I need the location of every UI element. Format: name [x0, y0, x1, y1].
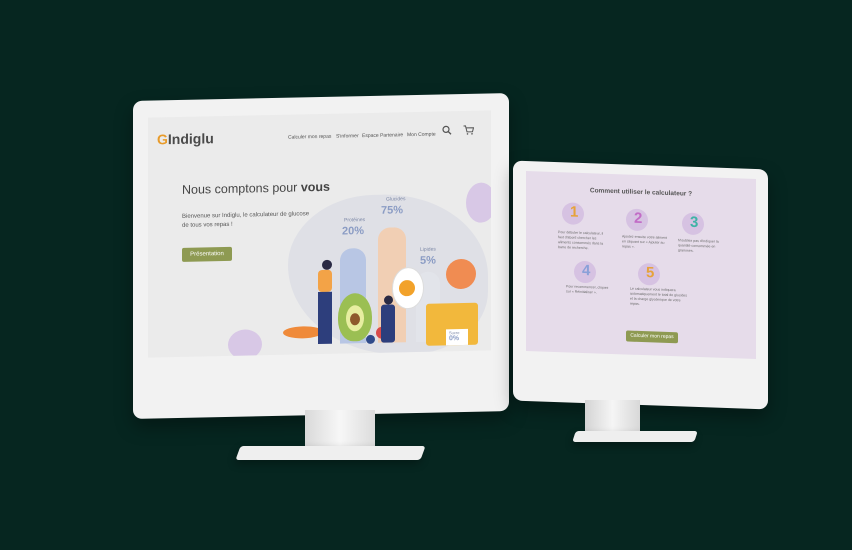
- nav-informer[interactable]: S'informer: [336, 133, 359, 139]
- right-monitor-stand: [585, 400, 640, 435]
- step-1-number: 1: [570, 203, 579, 221]
- person-legs: [318, 291, 332, 345]
- sucre-card: Sucre 0%: [446, 328, 468, 346]
- label-lipides: Lipides: [420, 246, 436, 253]
- person-body: [381, 304, 395, 343]
- cart-icon[interactable]: [463, 125, 475, 138]
- decor-blob: [228, 329, 262, 358]
- step-2-number: 2: [634, 209, 643, 228]
- hero-subtitle: Bienvenue sur Indiglu, le calculateur de…: [182, 211, 310, 229]
- step-1-text: Pour débuter le calculateur, il faut d'a…: [558, 230, 604, 251]
- search-icon[interactable]: [442, 125, 452, 138]
- person-torso: [318, 269, 332, 293]
- step-5-number: 5: [646, 264, 655, 282]
- step-2-text: Ajoutez ensuite votre aliment en cliquan…: [622, 234, 667, 249]
- step-3-text: N'oubliez pas d'indiquer la quantité con…: [678, 238, 719, 253]
- avocado: [338, 292, 372, 342]
- howto-title: Comment utiliser le calculateur ?: [589, 187, 693, 198]
- carrot: [283, 325, 323, 339]
- calculer-button[interactable]: Calculer mon repas: [626, 330, 678, 344]
- value-glucides: 75%: [381, 204, 404, 217]
- nav-calculer[interactable]: Calculer mon repas: [288, 134, 331, 141]
- step-4-text: Pour recommencer, cliquez sur « Réinitia…: [566, 284, 609, 295]
- nav-compte[interactable]: Mon Compte: [407, 132, 436, 139]
- value-lipides: 5%: [420, 254, 436, 267]
- left-monitor-base: [235, 446, 426, 460]
- label-glucides: Glucides: [386, 196, 406, 203]
- step-4-number: 4: [582, 261, 591, 280]
- label-proteines: Protéines: [344, 217, 366, 224]
- right-monitor-base: [572, 431, 698, 442]
- nav-partenaire[interactable]: Espace Partenaire: [362, 132, 403, 139]
- value-proteines: 20%: [342, 225, 365, 238]
- right-monitor-screen: Comment utiliser le calculateur ? 1 Pour…: [526, 170, 756, 360]
- presentation-button[interactable]: Présentation: [182, 246, 232, 262]
- value-sucre: 0%: [449, 335, 460, 343]
- decor-blob: [466, 182, 491, 223]
- hero-title: Nous comptons pour vous: [182, 179, 330, 197]
- step-3-number: 3: [690, 213, 699, 232]
- left-monitor-screen: GIndiglu Calculer mon repas S'informer E…: [148, 110, 491, 358]
- step-5-text: Le calculateur vous indiquera automatiqu…: [630, 286, 688, 306]
- brand-logo[interactable]: GIndiglu: [157, 130, 214, 147]
